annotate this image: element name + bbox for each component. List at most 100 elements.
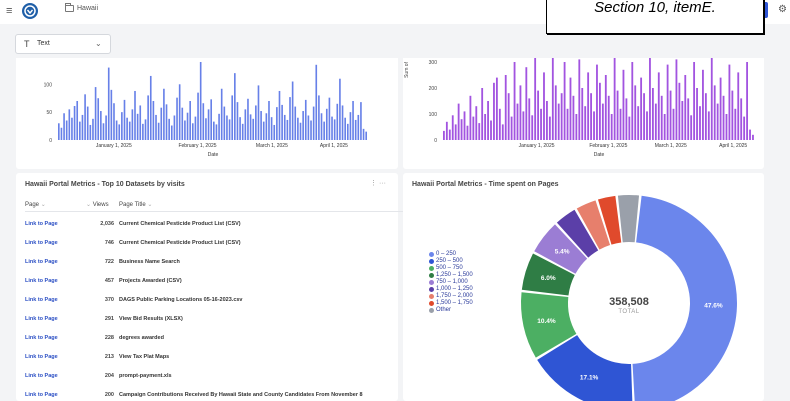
bar <box>557 103 560 140</box>
bar <box>262 121 265 140</box>
bar <box>713 85 716 140</box>
bar <box>231 95 234 140</box>
views-cell: 228 <box>104 335 114 341</box>
bar <box>136 113 139 140</box>
views-cell: 722 <box>104 259 114 265</box>
logo-icon[interactable] <box>22 3 38 19</box>
bar <box>587 72 590 140</box>
bar <box>752 134 754 140</box>
page-link[interactable]: Link to Page <box>25 373 58 379</box>
page-link[interactable]: Link to Page <box>25 278 58 284</box>
bar <box>79 121 81 140</box>
bar <box>534 58 537 140</box>
bar <box>631 62 634 140</box>
column-header-page[interactable]: Page ⌄ <box>25 201 46 208</box>
page-link[interactable]: Link to Page <box>25 392 58 398</box>
page-link[interactable]: Link to Page <box>25 354 58 360</box>
donut-slice <box>617 195 640 243</box>
gear-icon[interactable]: ⚙ <box>778 4 787 15</box>
bar <box>616 90 619 140</box>
bar <box>537 90 540 140</box>
bar <box>176 97 178 140</box>
y-tick-label: 300 <box>429 60 438 66</box>
bar <box>63 113 65 140</box>
hamburger-icon[interactable]: ≡ <box>6 5 12 17</box>
page-title-cell: Current Chemical Pesticide Product List … <box>119 240 241 246</box>
bar <box>115 120 118 140</box>
bar <box>622 69 625 140</box>
bar <box>163 88 165 140</box>
bar <box>365 131 368 140</box>
bar <box>710 58 713 140</box>
bar <box>194 116 197 140</box>
bar <box>716 103 719 140</box>
page-link[interactable]: Link to Page <box>25 297 58 303</box>
bar <box>89 124 92 140</box>
column-header-views[interactable]: ⌄ Views <box>86 201 109 208</box>
page-link[interactable]: Link to Page <box>25 221 58 227</box>
x-tick-label: April 1, 2025 <box>719 143 747 149</box>
y-axis-label: Sum of <box>404 61 410 77</box>
bar <box>210 99 213 140</box>
bar <box>484 114 487 140</box>
bar <box>94 87 97 140</box>
bar <box>318 95 320 140</box>
text-type-icon: T <box>24 39 30 49</box>
bar <box>725 114 728 140</box>
x-tick-label: March 1, 2025 <box>655 143 687 149</box>
bar <box>596 64 598 140</box>
bar <box>443 130 445 140</box>
donut-total-label: TOTAL <box>618 309 639 315</box>
text-filter-select[interactable]: T Text ⌄ <box>15 34 111 54</box>
bar <box>572 95 575 140</box>
bar <box>121 112 123 140</box>
page-link[interactable]: Link to Page <box>25 316 58 322</box>
bar <box>205 118 207 140</box>
bar <box>86 106 89 140</box>
slice-label: 5.4% <box>555 248 570 255</box>
bar-chart-left: 0 50 100 January 1, 2025 February 1, 2025 Mar… <box>44 62 368 158</box>
column-header-title[interactable]: Page Title ⌄ <box>119 201 152 208</box>
bar <box>84 94 86 140</box>
bar <box>637 106 640 140</box>
bar <box>128 121 131 140</box>
bar <box>202 103 205 140</box>
bar <box>646 111 648 140</box>
bar <box>220 88 223 140</box>
bar <box>234 73 236 140</box>
bar <box>628 116 631 140</box>
views-cell: 746 <box>104 240 114 246</box>
bar <box>448 129 451 140</box>
bar <box>178 84 181 140</box>
bar <box>525 67 528 140</box>
bar <box>578 59 581 140</box>
column-header-views-label: Views <box>92 202 109 208</box>
bar <box>543 72 545 140</box>
bar <box>336 103 339 140</box>
y-tick-label: 0 <box>434 138 437 144</box>
bar <box>191 123 194 140</box>
page-link[interactable]: Link to Page <box>25 335 58 341</box>
bar <box>554 85 557 140</box>
page-link[interactable]: Link to Page <box>25 259 58 265</box>
bar <box>516 103 519 140</box>
donut-total-value: 358,508 <box>609 296 649 308</box>
table-row: Link to Page 204 prompt-payment.xls <box>16 367 414 385</box>
page-link[interactable]: Link to Page <box>25 240 58 246</box>
bar <box>510 116 513 140</box>
bar <box>118 124 121 140</box>
bar <box>362 128 365 140</box>
y-tick-label: 100 <box>44 82 53 88</box>
card-menu-icon[interactable]: ⋮ ··· <box>370 179 386 187</box>
bar <box>273 124 276 140</box>
bar <box>722 95 725 140</box>
bar <box>170 125 173 140</box>
bar <box>590 93 592 140</box>
bar <box>186 112 189 140</box>
bar <box>126 117 128 140</box>
page-title-cell: Current Chemical Pesticide Product List … <box>119 221 241 227</box>
bar <box>65 120 68 140</box>
breadcrumb[interactable]: Hawaii <box>77 5 98 12</box>
page-title-cell: Campaign Contributions Received By Hawai… <box>119 392 363 398</box>
bar <box>454 124 457 140</box>
